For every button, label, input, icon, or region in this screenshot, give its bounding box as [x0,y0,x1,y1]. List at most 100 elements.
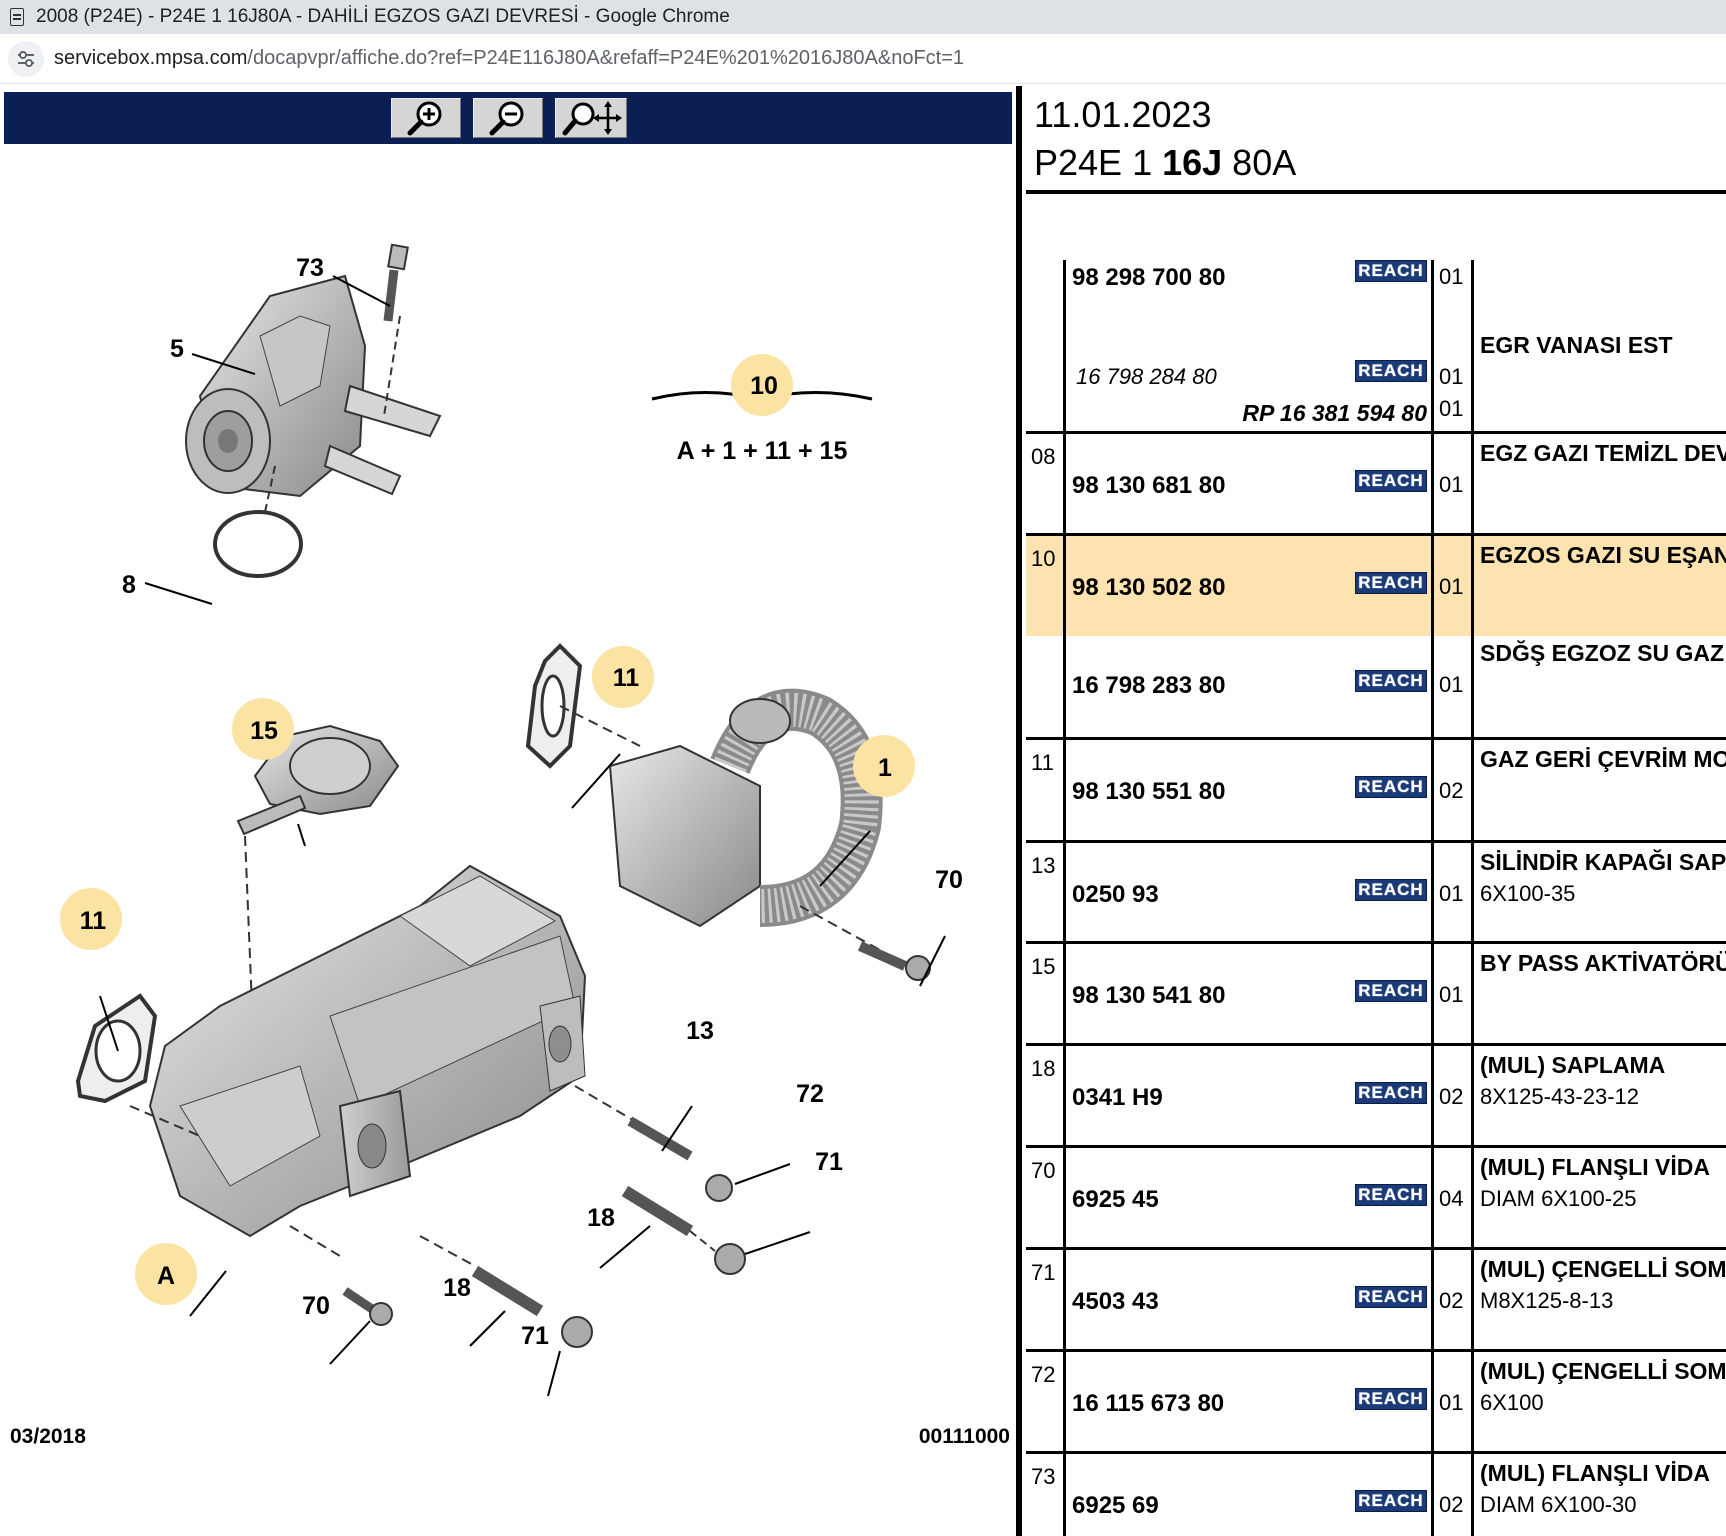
quantity: 01 [1439,1390,1464,1415]
callout-11-left[interactable]: 11 [80,907,107,935]
part-number[interactable]: 6925 69 [1072,1492,1159,1520]
reference-number: 10 [1031,546,1056,571]
site-settings-icon[interactable] [8,40,44,77]
callout-15[interactable]: 15 [250,717,278,745]
part-number[interactable]: 98 130 541 80 [1072,982,1225,1010]
address-bar: servicebox.mpsa.com/docapvpr/affiche.do?… [0,34,1726,84]
table-row[interactable]: 71 4503 43 REACH 02 (MUL) ÇENGELLİ SOMU M8… [1026,1250,1726,1352]
callout-10[interactable]: 10 [750,372,778,400]
part-description: EGZ GAZI TEMİZL DEV [1480,440,1726,466]
part-number[interactable]: 98 130 681 80 [1072,472,1225,500]
reference-number: 73 [1031,1464,1056,1489]
oring-part-8[interactable] [213,510,303,578]
reach-badge: REACH [1355,360,1427,382]
part-number[interactable]: 0250 93 [1072,881,1159,909]
part-number[interactable]: 16 115 673 80 [1072,1390,1224,1418]
screw-part-73[interactable] [383,243,409,417]
callout-70-right[interactable]: 70 [935,866,963,894]
diagram-figure-code: 00111000 [919,1425,1010,1446]
callout-8[interactable]: 8 [122,571,136,599]
reach-badge: REACH [1355,1388,1427,1410]
part-number[interactable]: 98 298 700 80 [1072,264,1225,292]
callout-18-upper[interactable]: 18 [587,1204,615,1232]
nut-part-71-lower[interactable] [561,1316,593,1348]
quantity: 01 [1439,881,1464,906]
table-row[interactable]: 98 298 700 80 REACH 16 798 284 80 REACH … [1026,260,1726,434]
callout-5[interactable]: 5 [170,335,184,363]
callout-70-left[interactable]: 70 [302,1292,330,1320]
table-row[interactable]: 08 98 130 681 80 REACH 01 EGZ GAZI TEMİZL… [1026,434,1726,536]
stud-part-18-upper[interactable] [621,1185,716,1252]
quantity: 01 [1439,472,1464,497]
reach-badge: REACH [1355,980,1427,1002]
reach-badge: REACH [1355,1286,1427,1308]
url-host: servicebox.mpsa.com [54,47,248,69]
nut-part-72[interactable] [705,1174,733,1202]
window-title: 2008 (P24E) - P24E 1 16J80A - DAHİLİ EGZ… [36,6,730,27]
quantity: 04 [1439,1186,1464,1211]
quantity: 02 [1439,1492,1464,1517]
callout-73[interactable]: 73 [296,254,324,282]
part-description: BY PASS AKTİVATÖRÜ [1480,950,1726,976]
part-number[interactable]: 98 130 551 80 [1072,778,1225,806]
part-number[interactable]: 0341 H9 [1072,1084,1163,1112]
callout-1[interactable]: 1 [878,754,892,782]
part-number[interactable]: 16 798 283 80 [1072,672,1225,700]
egr-cooler-body[interactable] [148,864,587,1238]
callout-72[interactable]: 72 [796,1080,824,1108]
callout-A[interactable]: A [157,1262,175,1290]
part-description: (MUL) ÇENGELLİ SOMU [1480,1358,1726,1384]
gasket-part-11-upper[interactable] [525,643,583,769]
url-field[interactable]: servicebox.mpsa.com/docapvpr/affiche.do?… [54,47,964,70]
reference-number: 70 [1031,1158,1056,1183]
table-row[interactable]: 11 98 130 551 80 REACH 02 GAZ GERİ ÇEVRİM… [1026,740,1726,843]
quantity: 02 [1439,1288,1464,1313]
table-row-selected[interactable]: 10 98 130 502 80 REACH 01 EGZOS GAZI SU E… [1026,536,1726,636]
callout-11-upper[interactable]: 11 [613,664,640,692]
egr-cooler-outlet-part-1[interactable] [608,688,883,928]
callout-71-lower[interactable]: 71 [521,1322,549,1350]
stud-part-18-lower[interactable] [419,1235,544,1317]
table-row[interactable]: 15 98 130 541 80 REACH 01 BY PASS AKTİVAT… [1026,944,1726,1046]
part-description: GAZ GERİ ÇEVRİM MO [1480,746,1726,772]
quantity: 01 [1439,396,1464,421]
reach-badge: REACH [1355,1490,1427,1512]
table-row[interactable]: 72 16 115 673 80 REACH 01 (MUL) ÇENGELLİ … [1026,1352,1726,1454]
table-row[interactable]: 73 6925 69 REACH 02 (MUL) FLANŞLI VİDA DIA… [1026,1454,1726,1536]
zoom-out-icon [489,101,524,136]
quantity: 01 [1439,364,1464,389]
browser-titlebar: 2008 (P24E) - P24E 1 16J80A - DAHİLİ EGZ… [0,0,1726,34]
part-number[interactable]: 98 130 502 80 [1072,574,1225,602]
quantity: 02 [1439,778,1464,803]
zoom-in-button[interactable] [391,98,461,138]
document-reference: P24E 1 16J 80A [1034,142,1296,184]
table-row[interactable]: 16 798 283 80 REACH 01 SDĞŞ EGZOZ SU GAZ [1026,636,1726,740]
reference-number: 11 [1031,750,1054,775]
exploded-parts-diagram: A + 1 + 11 + 15 73 5 8 10 11 15 1 70 11 … [10,243,1010,1446]
part-description: SİLİNDİR KAPAĞI SAPL [1480,849,1726,875]
reference-prefix: P24E 1 [1034,142,1163,183]
part-specification: M8X125-8-13 [1480,1288,1614,1313]
callout-18-lower[interactable]: 18 [443,1274,471,1302]
alternate-part-number[interactable]: 16 798 284 80 [1076,364,1217,390]
table-row[interactable]: 70 6925 45 REACH 04 (MUL) FLANŞLI VİDA DIA… [1026,1148,1726,1250]
replacement-part-number[interactable]: RP 16 381 594 80 [1242,400,1427,427]
part-description: (MUL) SAPLAMA [1480,1052,1666,1078]
stud-part-13[interactable] [574,1085,693,1161]
callout-13[interactable]: 13 [686,1017,714,1045]
parts-list-pane: 11.01.2023 P24E 1 16J 80A 98 298 700 80 … [1016,86,1726,1536]
zoom-out-button[interactable] [473,98,543,138]
table-row[interactable]: 13 0250 93 REACH 01 SİLİNDİR KAPAĞI SAPL 6… [1026,843,1726,944]
nut-part-71-upper[interactable] [714,1243,746,1275]
parts-list-header: 11.01.2023 P24E 1 16J 80A [1026,86,1726,194]
egr-valve-part[interactable] [185,274,442,498]
callout-71-upper[interactable]: 71 [815,1148,843,1176]
table-row[interactable]: 18 0341 H9 REACH 02 (MUL) SAPLAMA 8X125-43… [1026,1046,1726,1148]
quantity: 01 [1439,982,1464,1007]
pan-zoom-button[interactable] [555,98,627,138]
screw-part-70-right[interactable] [857,941,908,971]
reference-number: 72 [1031,1362,1056,1387]
reach-badge: REACH [1355,879,1427,901]
part-number[interactable]: 6925 45 [1072,1186,1159,1214]
part-number[interactable]: 4503 43 [1072,1288,1159,1316]
